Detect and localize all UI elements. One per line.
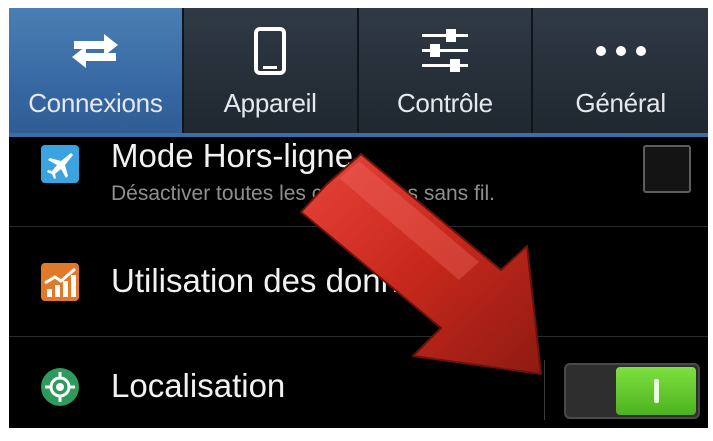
tab-bar: Connexions Appareil Contrôle Général bbox=[9, 8, 708, 133]
tab-appareil[interactable]: Appareil bbox=[184, 8, 359, 133]
location-toggle[interactable] bbox=[564, 363, 700, 419]
data-usage-title: Utilisation des données bbox=[111, 262, 453, 299]
airplane-mode-row[interactable]: Mode Hors-ligne Désactiver toutes les co… bbox=[9, 137, 708, 227]
toggle-knob bbox=[616, 367, 696, 415]
phone-icon bbox=[184, 26, 357, 76]
tab-label: Connexions bbox=[28, 88, 163, 118]
airplane-mode-title: Mode Hors-ligne bbox=[111, 137, 354, 174]
airplane-mode-subtitle: Désactiver toutes les connexions sans fi… bbox=[111, 182, 496, 205]
settings-screen: Connexions Appareil Contrôle Général Mod… bbox=[9, 8, 708, 428]
airplane-mode-checkbox[interactable] bbox=[643, 145, 691, 193]
toggle-on-indicator bbox=[653, 379, 659, 403]
location-target-icon bbox=[41, 368, 79, 406]
data-usage-chart-icon bbox=[41, 263, 79, 301]
airplane-icon bbox=[41, 145, 79, 183]
tab-connexions[interactable]: Connexions bbox=[9, 8, 184, 133]
tab-controle[interactable]: Contrôle bbox=[359, 8, 534, 133]
tab-label: Contrôle bbox=[396, 88, 493, 118]
tab-label: Général bbox=[575, 88, 666, 118]
arrows-swap-icon bbox=[9, 26, 182, 76]
data-usage-row[interactable]: Utilisation des données bbox=[9, 227, 708, 337]
tab-general[interactable]: Général bbox=[533, 8, 708, 133]
location-title: Localisation bbox=[111, 367, 286, 404]
tab-label: Appareil bbox=[223, 88, 317, 118]
sliders-icon bbox=[359, 26, 532, 76]
switch-divider bbox=[544, 360, 545, 420]
more-dots-icon bbox=[533, 26, 708, 76]
